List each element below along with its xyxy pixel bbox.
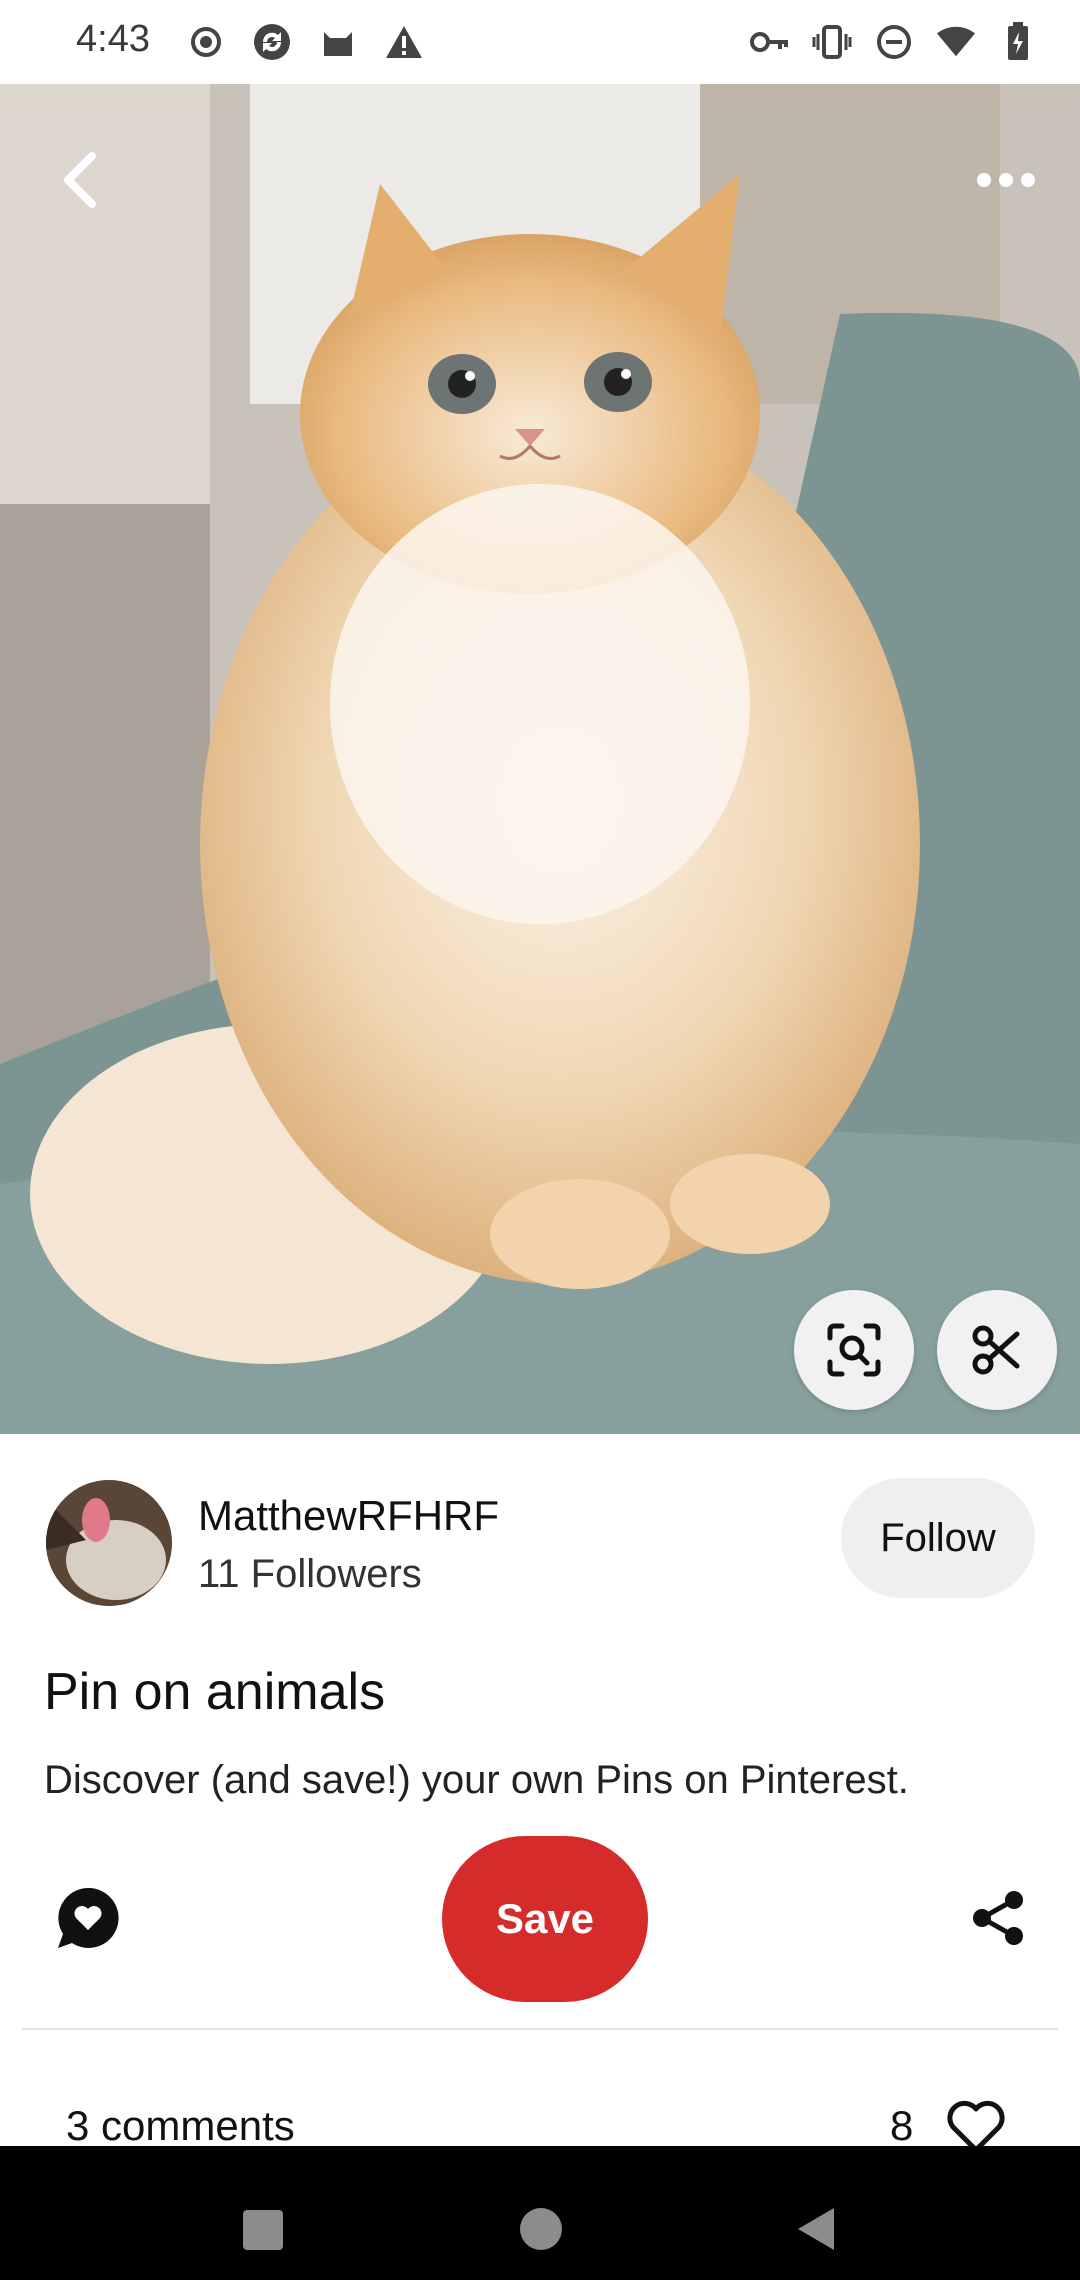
triangle-back-icon <box>798 2208 834 2250</box>
dnd-icon <box>874 20 914 64</box>
creator-avatar[interactable] <box>46 1480 172 1606</box>
vibrate-icon <box>812 20 852 64</box>
like-count: 8 <box>890 2102 914 2149</box>
back-button[interactable] <box>40 140 120 220</box>
avatar-image <box>46 1480 172 1606</box>
creator-name[interactable]: MatthewRFHRF <box>198 1492 499 1540</box>
battery-icon <box>998 20 1038 64</box>
share-icon <box>973 1891 1023 1945</box>
share-button[interactable] <box>968 1888 1028 1948</box>
pin-description: Discover (and save!) your own Pins on Pi… <box>44 1758 909 1802</box>
scissors-icon <box>972 1325 1020 1375</box>
sync-icon <box>252 20 292 64</box>
warning-icon <box>384 20 424 64</box>
pin-image[interactable] <box>0 84 1080 1434</box>
kitten-photo <box>0 84 1080 1434</box>
chevron-left-icon <box>64 152 96 208</box>
comment-heart-icon <box>58 1887 119 1948</box>
more-options-button[interactable] <box>964 140 1048 220</box>
radio-icon <box>186 20 226 64</box>
lens-search-icon <box>827 1323 881 1377</box>
divider <box>22 2028 1058 2030</box>
wifi-icon <box>936 20 976 64</box>
status-time: 4:43 <box>76 18 150 60</box>
save-button[interactable]: Save <box>442 1836 648 2002</box>
cat-icon <box>318 20 358 64</box>
nav-back-button[interactable] <box>796 2206 836 2257</box>
system-nav-bar <box>0 2146 1080 2280</box>
cut-out-button[interactable] <box>937 1290 1057 1410</box>
key-icon <box>750 20 790 64</box>
comments-count[interactable]: 3 comments <box>66 2102 295 2150</box>
follower-count: 11 Followers <box>198 1552 422 1596</box>
more-horizontal-icon <box>977 173 1035 187</box>
status-left-icons <box>186 20 424 64</box>
status-right-icons <box>750 20 1038 64</box>
recents-button[interactable] <box>243 2210 283 2250</box>
comment-button[interactable] <box>52 1882 124 1954</box>
follow-button[interactable]: Follow <box>841 1478 1035 1598</box>
pin-title: Pin on animals <box>44 1663 386 1721</box>
home-button[interactable] <box>520 2208 562 2250</box>
status-bar: 4:43 <box>0 0 1080 84</box>
visual-search-button[interactable] <box>794 1290 914 1410</box>
